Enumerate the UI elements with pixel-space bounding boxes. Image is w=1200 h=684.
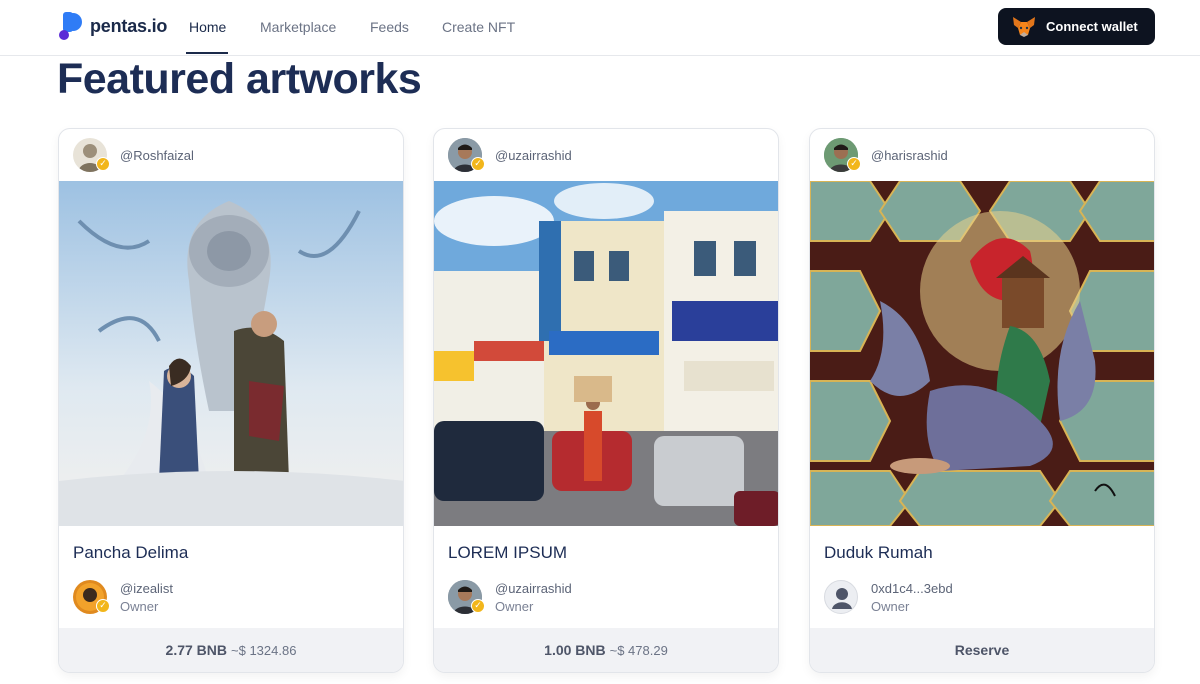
card-header: ✓ @uzairrashid bbox=[434, 129, 778, 181]
owner-label: Owner bbox=[495, 599, 534, 614]
artwork-title[interactable]: Duduk Rumah bbox=[824, 543, 933, 563]
pentas-logo-icon bbox=[59, 12, 82, 40]
reserve-label: Reserve bbox=[954, 642, 1010, 658]
active-nav-indicator bbox=[186, 52, 228, 54]
creator-handle[interactable]: @uzairrashid bbox=[495, 148, 572, 163]
nav-marketplace[interactable]: Marketplace bbox=[260, 19, 336, 35]
price-bar[interactable]: 2.77 BNB ~$ 1324.86 bbox=[59, 628, 403, 672]
metamask-fox-icon bbox=[1013, 16, 1035, 37]
artwork-title[interactable]: LOREM IPSUM bbox=[448, 543, 567, 563]
verified-badge-icon: ✓ bbox=[96, 599, 110, 613]
owner-avatar[interactable] bbox=[824, 580, 858, 614]
brand-logo[interactable]: pentas.io bbox=[57, 11, 167, 41]
nav-create-nft[interactable]: Create NFT bbox=[442, 19, 515, 35]
connect-wallet-button[interactable]: Connect wallet bbox=[998, 8, 1155, 45]
creator-handle[interactable]: @Roshfaizal bbox=[120, 148, 194, 163]
price-usd: ~$ 1324.86 bbox=[231, 642, 297, 658]
artwork-card[interactable]: ✓ @uzairrashid LOREM IPSUM ✓ @uzairrashi… bbox=[433, 128, 779, 673]
artwork-card[interactable]: ✓ @harisrashid Duduk Rumah 0xd1c4...3ebd… bbox=[809, 128, 1155, 673]
reserve-button[interactable]: Reserve bbox=[810, 628, 1154, 672]
creator-handle[interactable]: @harisrashid bbox=[871, 148, 948, 163]
verified-badge-icon: ✓ bbox=[847, 157, 861, 171]
price-bnb: 2.77 BNB bbox=[165, 642, 228, 658]
artwork-image[interactable] bbox=[59, 181, 403, 526]
verified-badge-icon: ✓ bbox=[96, 157, 110, 171]
verified-badge-icon: ✓ bbox=[471, 599, 485, 613]
nav-home[interactable]: Home bbox=[189, 19, 226, 35]
owner-label: Owner bbox=[120, 599, 159, 614]
card-header: ✓ @harisrashid bbox=[810, 129, 1154, 181]
artwork-image[interactable] bbox=[434, 181, 778, 526]
price-usd: ~$ 478.29 bbox=[609, 642, 668, 658]
price-bnb: 1.00 BNB bbox=[544, 642, 606, 658]
nav-feeds[interactable]: Feeds bbox=[370, 19, 409, 35]
default-user-icon bbox=[832, 588, 852, 609]
price-bar[interactable]: 1.00 BNB ~$ 478.29 bbox=[434, 628, 778, 672]
artwork-image[interactable] bbox=[810, 181, 1154, 526]
connect-wallet-label: Connect wallet bbox=[1046, 19, 1138, 34]
verified-badge-icon: ✓ bbox=[471, 157, 485, 171]
brand-name: pentas.io bbox=[90, 15, 168, 36]
owner-name[interactable]: 0xd1c4...3ebd bbox=[871, 581, 953, 596]
owner-label: Owner bbox=[871, 599, 910, 614]
top-navbar: pentas.io Home Marketplace Feeds Create … bbox=[0, 0, 1200, 56]
artwork-card[interactable]: ✓ @Roshfaizal Pancha Delima ✓ @izealist … bbox=[58, 128, 404, 673]
owner-name[interactable]: @uzairrashid bbox=[495, 581, 572, 596]
artwork-title[interactable]: Pancha Delima bbox=[73, 543, 188, 563]
page-title: Featured artworks bbox=[57, 55, 422, 103]
owner-name[interactable]: @izealist bbox=[120, 581, 173, 596]
card-header: ✓ @Roshfaizal bbox=[59, 129, 403, 181]
